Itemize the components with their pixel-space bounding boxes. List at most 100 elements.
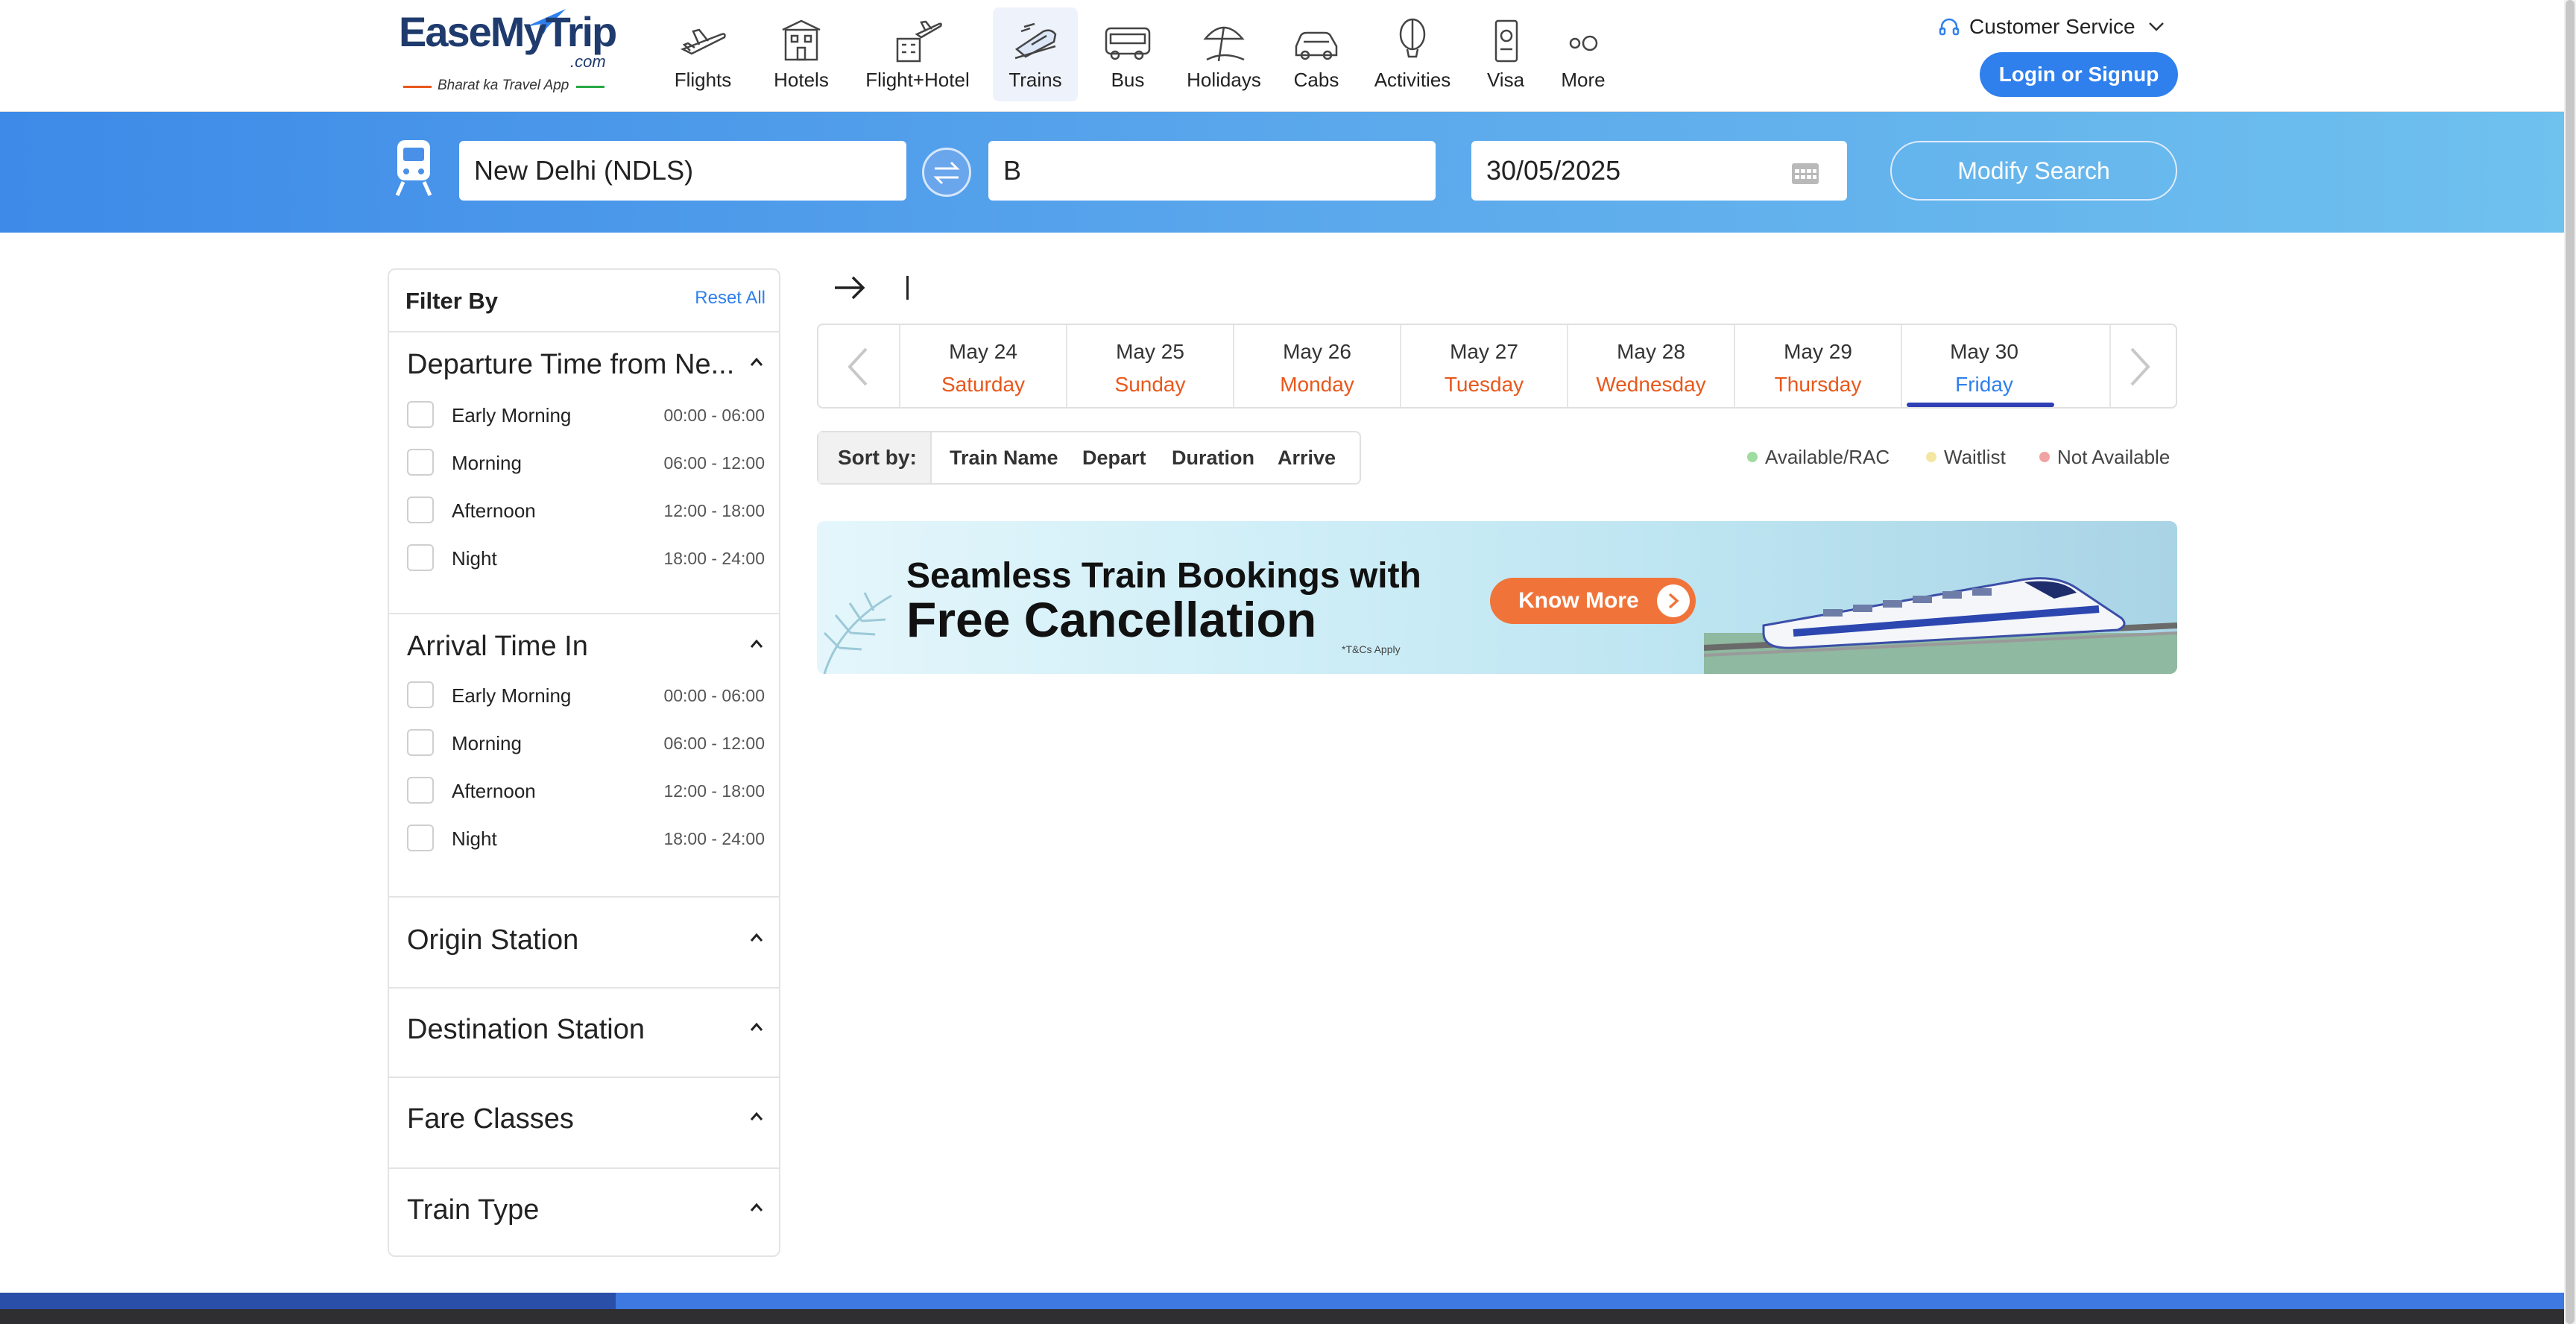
date-cell[interactable]: May 29 Thursday xyxy=(1734,325,1901,407)
date-cell[interactable]: May 28 Wednesday xyxy=(1567,325,1734,407)
date-cell-selected[interactable]: May 30 Friday xyxy=(1901,325,2111,407)
cab-icon xyxy=(1295,31,1338,60)
date-cell[interactable]: May 26 Monday xyxy=(1233,325,1400,407)
nav-bus[interactable]: Bus xyxy=(1088,7,1167,101)
promo-banner[interactable]: Seamless Train Bookings with Free Cancel… xyxy=(817,521,2177,674)
nav-visa[interactable]: Visa xyxy=(1473,7,1538,101)
filter-header: Filter By Reset All xyxy=(389,270,779,332)
option-range: 12:00 - 18:00 xyxy=(663,781,765,801)
chevron-up-icon[interactable] xyxy=(749,1200,764,1215)
to-station-input[interactable]: B xyxy=(988,141,1436,201)
chevron-down-icon xyxy=(2149,22,2164,31)
arrow-right-icon xyxy=(835,276,865,300)
date-cell[interactable]: May 27 Tuesday xyxy=(1400,325,1567,407)
chevron-up-icon[interactable] xyxy=(749,355,764,370)
train-type-section[interactable]: Train Type xyxy=(389,1169,779,1255)
top-header: EaseMyTrip .com Bharat ka Travel App Fli… xyxy=(0,0,2564,112)
hotel-icon xyxy=(782,19,821,61)
chevron-up-icon[interactable] xyxy=(749,930,764,945)
logo-tagline: Bharat ka Travel App xyxy=(438,78,569,93)
sort-bar: Sort by: Train Name Depart Duration Arri… xyxy=(817,431,1361,485)
chevron-right-icon xyxy=(2130,347,2150,386)
nav-label: Flights xyxy=(674,69,732,91)
checkbox[interactable] xyxy=(407,449,434,476)
chevron-up-icon[interactable] xyxy=(749,1020,764,1035)
option-label: Morning xyxy=(452,452,522,474)
travel-date-input[interactable]: 30/05/2025 xyxy=(1471,141,1847,201)
nav-holidays[interactable]: Holidays xyxy=(1178,7,1270,101)
weekday-label: Thursday xyxy=(1774,373,1862,396)
weekday-label: Sunday xyxy=(1114,373,1186,396)
fare-classes-section[interactable]: Fare Classes xyxy=(389,1078,779,1169)
destination-section-title: Destination Station xyxy=(407,1014,645,1045)
chevron-up-icon[interactable] xyxy=(749,1109,764,1124)
departure-option[interactable]: Morning 06:00 - 12:00 xyxy=(407,447,765,477)
departure-time-section: Departure Time from Ne... Early Morning 0… xyxy=(389,332,779,614)
departure-option[interactable]: Early Morning 00:00 - 06:00 xyxy=(407,400,765,429)
arrival-option[interactable]: Morning 06:00 - 12:00 xyxy=(407,728,765,757)
date-cell[interactable]: May 25 Sunday xyxy=(1066,325,1233,407)
checkbox[interactable] xyxy=(407,497,434,523)
option-label: Morning xyxy=(452,732,522,754)
date-label: May 27 xyxy=(1450,340,1518,363)
destination-station-section[interactable]: Destination Station xyxy=(389,989,779,1078)
palm-leaf-decoration xyxy=(823,592,892,674)
nav-more[interactable]: More xyxy=(1547,7,1619,101)
departure-option[interactable]: Afternoon 12:00 - 18:00 xyxy=(407,495,765,525)
nav-trains[interactable]: Trains xyxy=(993,7,1078,101)
legend-label: Available/RAC xyxy=(1765,446,1890,468)
know-more-button[interactable]: Know More xyxy=(1490,578,1696,624)
origin-section-title: Origin Station xyxy=(407,924,579,956)
nav-flights[interactable]: Flights xyxy=(656,7,750,101)
checkbox[interactable] xyxy=(407,544,434,571)
modify-search-button[interactable]: Modify Search xyxy=(1890,141,2177,201)
swap-stations-button[interactable] xyxy=(922,148,971,197)
date-cell[interactable]: May 24 Saturday xyxy=(899,325,1066,407)
login-signup-button[interactable]: Login or Signup xyxy=(1980,52,2178,97)
checkbox[interactable] xyxy=(407,681,434,708)
filter-sidebar: Filter By Reset All Departure Time from … xyxy=(388,268,780,1257)
option-range: 06:00 - 12:00 xyxy=(663,734,765,753)
nav-hotels[interactable]: Hotels xyxy=(760,7,842,101)
nav-label: More xyxy=(1561,69,1606,91)
balloon-icon xyxy=(1399,18,1426,58)
sort-duration[interactable]: Duration xyxy=(1172,432,1254,483)
scrollbar-thumb[interactable] xyxy=(2566,0,2575,1324)
selected-date-underline xyxy=(1907,403,2054,407)
checkbox[interactable] xyxy=(407,401,434,428)
nav-label: Cabs xyxy=(1293,69,1339,91)
customer-service-label: Customer Service xyxy=(1969,15,2135,38)
filter-title: Filter By xyxy=(405,288,499,314)
departure-option[interactable]: Night 18:00 - 24:00 xyxy=(407,543,765,573)
know-more-label: Know More xyxy=(1518,588,1639,613)
easemytrip-logo[interactable]: EaseMyTrip .com Bharat ka Travel App xyxy=(399,6,617,98)
nav-label: Hotels xyxy=(774,69,829,91)
checkbox[interactable] xyxy=(407,825,434,851)
nav-flight-hotel[interactable]: Flight+Hotel xyxy=(856,7,979,101)
sort-train-name[interactable]: Train Name xyxy=(950,432,1058,483)
origin-station-section[interactable]: Origin Station xyxy=(389,898,779,989)
logo-line-right xyxy=(576,86,604,88)
holidays-icon xyxy=(1203,26,1245,62)
from-station-input[interactable]: New Delhi (NDLS) xyxy=(459,141,906,201)
weekday-label: Monday xyxy=(1280,373,1354,396)
arrival-option[interactable]: Afternoon 12:00 - 18:00 xyxy=(407,775,765,805)
train-icon xyxy=(1014,22,1057,60)
legend-label: Not Available xyxy=(2057,446,2171,468)
nav-cabs[interactable]: Cabs xyxy=(1281,7,1352,101)
prev-date-button[interactable] xyxy=(818,325,899,407)
nav-activities[interactable]: Activities xyxy=(1364,7,1461,101)
bus-icon xyxy=(1105,27,1151,60)
next-date-button[interactable] xyxy=(2097,325,2178,407)
chevron-up-icon[interactable] xyxy=(749,637,764,652)
sort-arrive[interactable]: Arrive xyxy=(1278,432,1336,483)
legend-dot-red xyxy=(2039,452,2050,462)
checkbox[interactable] xyxy=(407,729,434,756)
departure-section-title[interactable]: Departure Time from Ne... xyxy=(407,349,734,381)
arrival-option[interactable]: Early Morning 00:00 - 06:00 xyxy=(407,680,765,710)
arrival-section-title[interactable]: Arrival Time In xyxy=(407,631,588,663)
arrival-option[interactable]: Night 18:00 - 24:00 xyxy=(407,823,765,853)
sort-depart[interactable]: Depart xyxy=(1082,432,1146,483)
reset-all-link[interactable]: Reset All xyxy=(695,288,765,309)
checkbox[interactable] xyxy=(407,777,434,804)
